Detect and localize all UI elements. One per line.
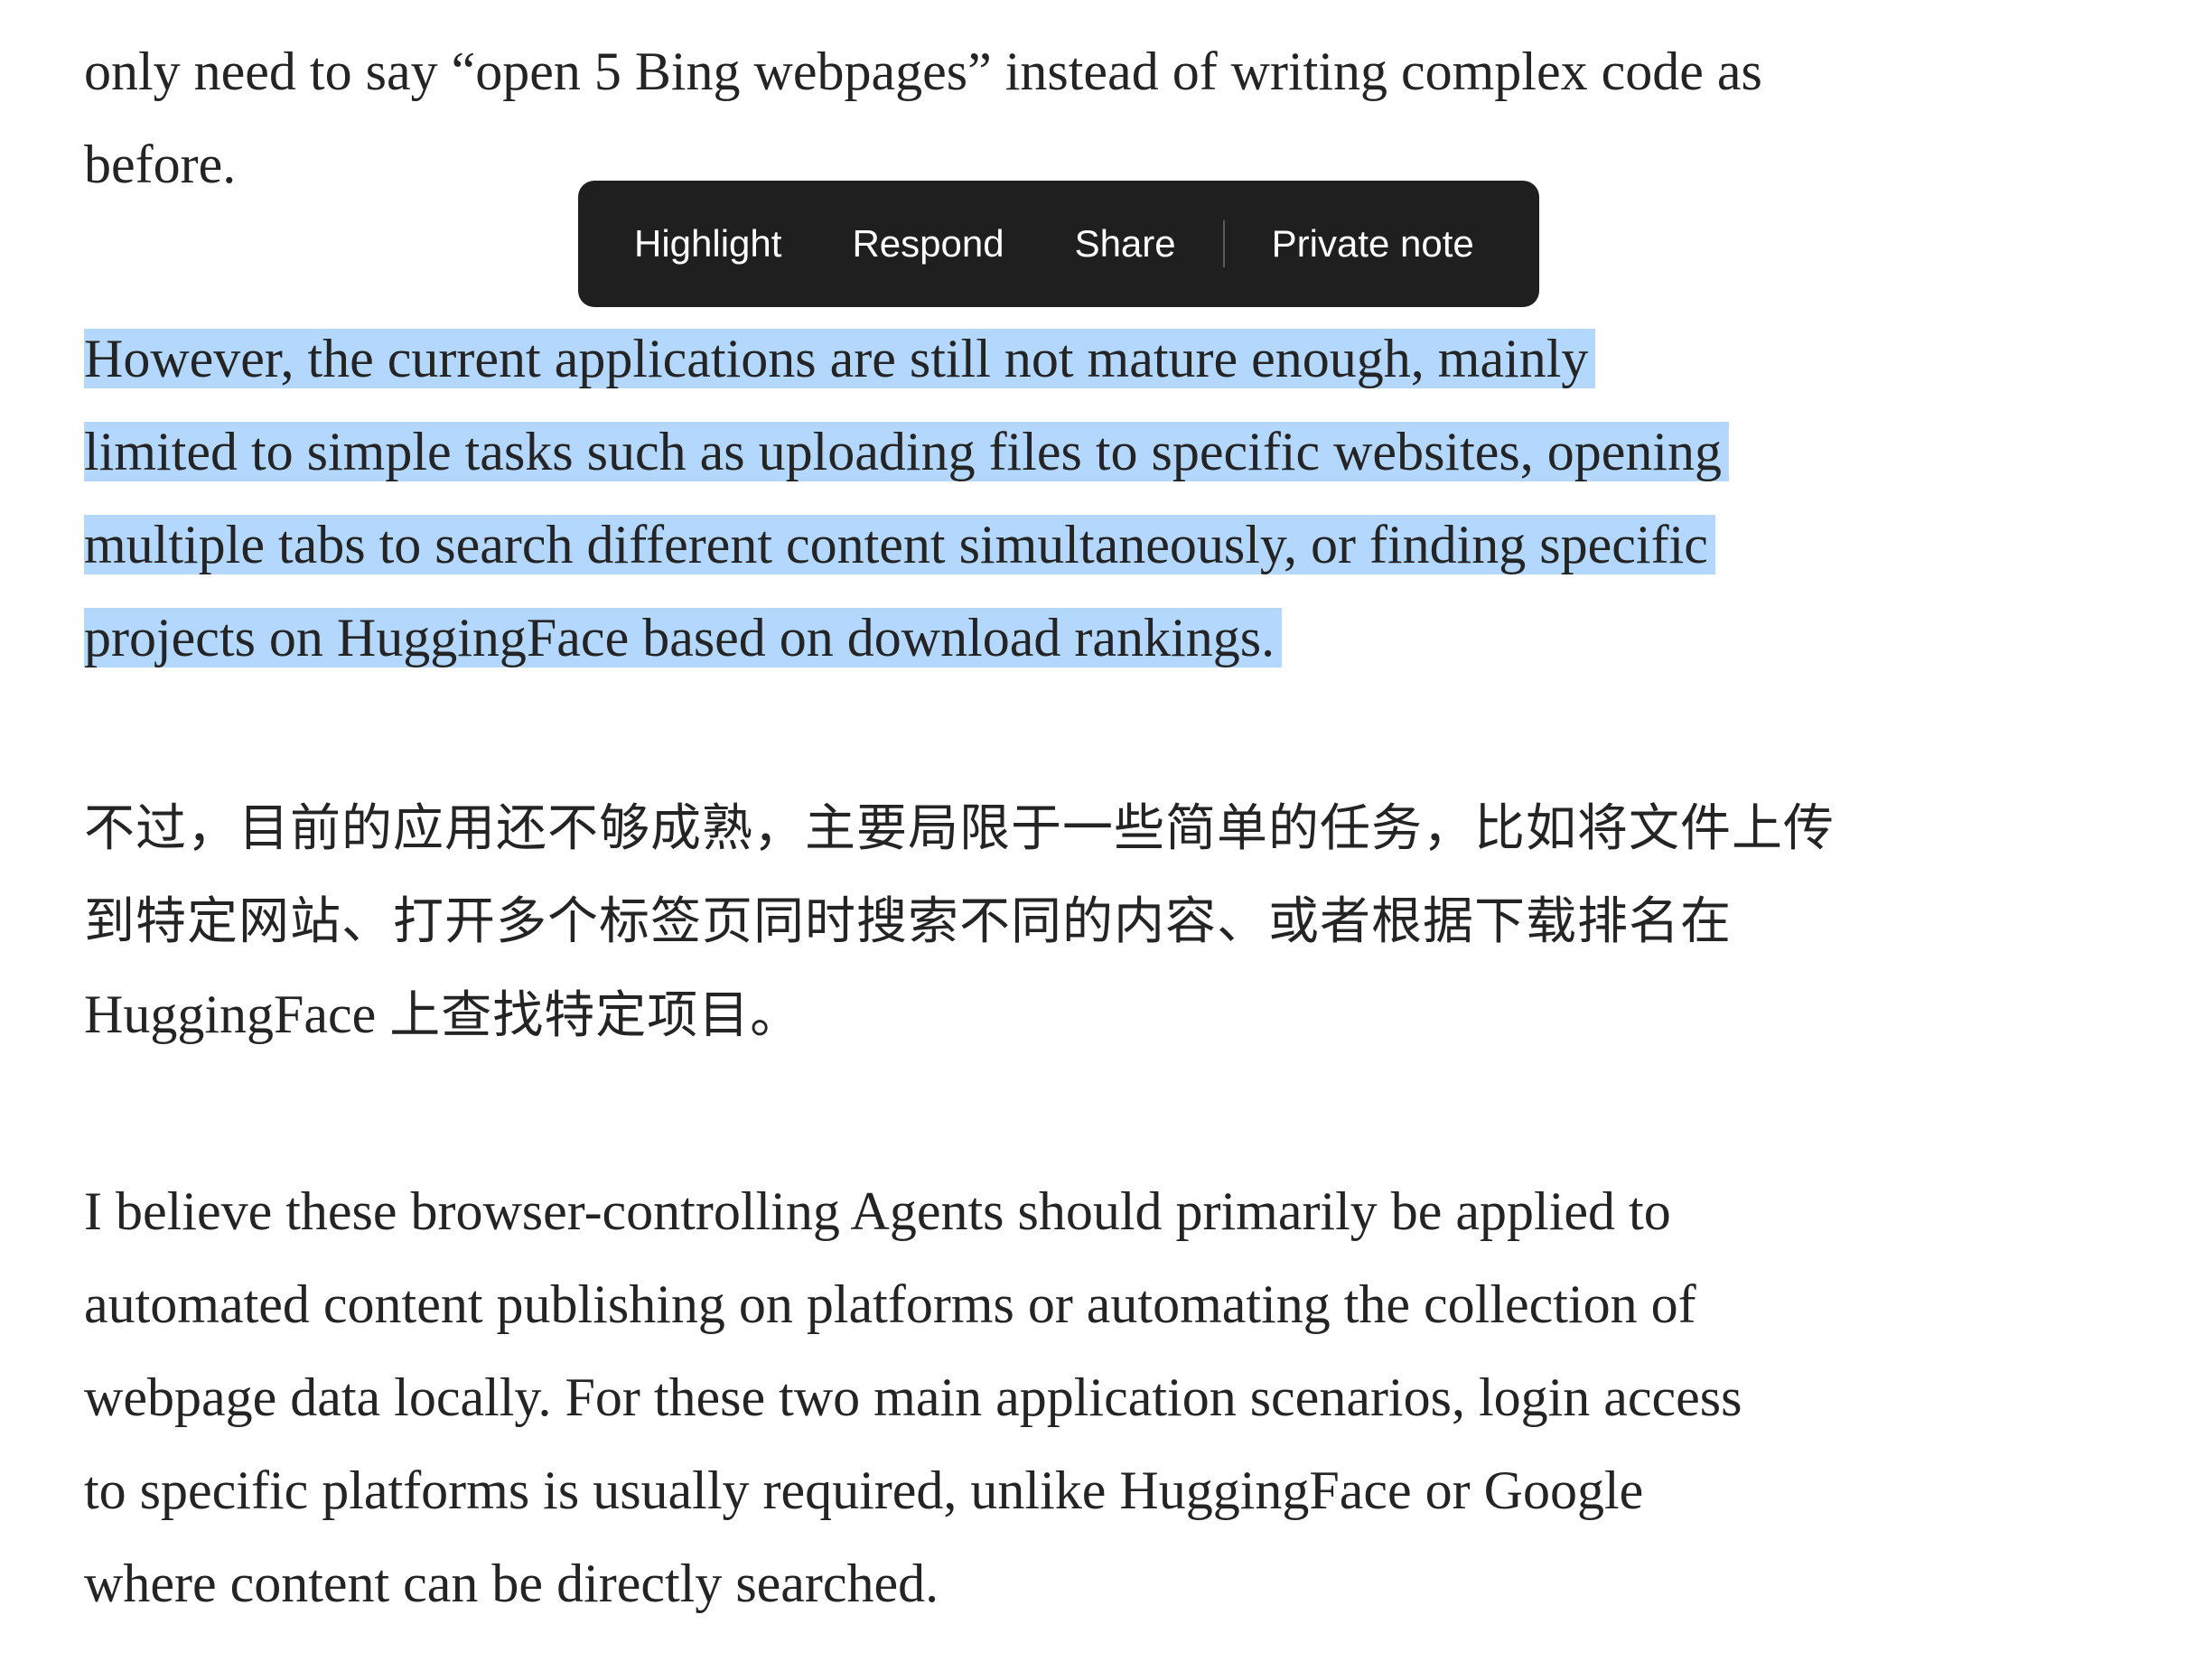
paragraph-line: webpage data locally. For these two main…: [84, 1367, 1742, 1427]
toolbar-divider: [1222, 220, 1225, 267]
paragraph-text-latin: HuggingFace: [84, 985, 390, 1044]
paragraph-line: HuggingFace 上查找特定项目。: [84, 968, 2107, 1061]
highlight-button[interactable]: Highlight: [634, 222, 781, 266]
paragraph-line: only need to say “open 5 Bing webpages” …: [84, 42, 1762, 101]
selected-text-line[interactable]: However, the current applications are st…: [84, 329, 1596, 388]
paragraph-line: automated content publishing on platform…: [84, 1274, 1696, 1334]
share-button[interactable]: Share: [1075, 222, 1176, 266]
paragraph-line: I believe these browser-controlling Agen…: [84, 1181, 1671, 1241]
paragraph-line: where content can be directly searched.: [84, 1554, 939, 1613]
selected-text-line[interactable]: multiple tabs to search different conten…: [84, 515, 1715, 574]
paragraph-text-chinese: 上查找特定项目。: [389, 986, 802, 1045]
paragraph-selected[interactable]: However, the current applications are st…: [84, 313, 2107, 685]
paragraph-line: to specific platforms is usually require…: [84, 1461, 1644, 1520]
paragraph-line: 到特定网站、打开多个标签页同时搜索不同的内容、或者根据下载排名在: [84, 892, 1732, 951]
selection-toolbar: Highlight Respond Share Private note: [578, 181, 1539, 307]
respond-button[interactable]: Respond: [852, 222, 1004, 266]
selected-text-line[interactable]: limited to simple tasks such as uploadin…: [84, 422, 1730, 481]
selected-text-line[interactable]: projects on HuggingFace based on downloa…: [84, 608, 1283, 667]
paragraph-line: 不过，目前的应用还不够成熟，主要局限于一些简单的任务，比如将文件上传: [84, 799, 1835, 858]
paragraph-chinese: 不过，目前的应用还不够成熟，主要局限于一些简单的任务，比如将文件上传 到特定网站…: [84, 782, 2107, 1061]
private-note-button[interactable]: Private note: [1272, 222, 1474, 266]
paragraph-agents: I believe these browser-controlling Agen…: [84, 1165, 2107, 1630]
